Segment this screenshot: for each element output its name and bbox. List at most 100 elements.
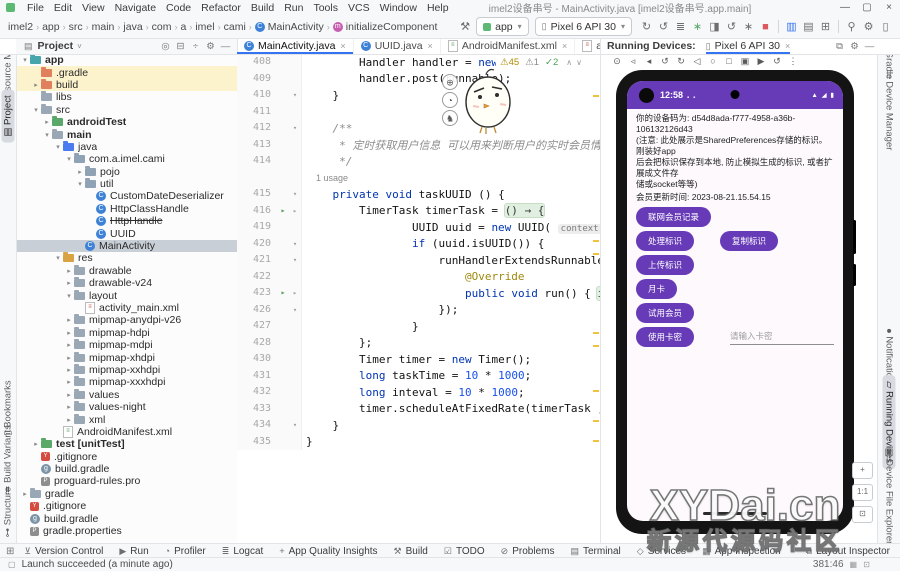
code-editor[interactable]: 408 Handler handler = new Handler();409 … — [237, 54, 600, 544]
tree-item-mipmap-xxxhdpi[interactable]: ▸ mipmap-xxxhdpi — [16, 376, 237, 388]
hide-panel-icon[interactable]: — — [862, 41, 877, 52]
code-line-430[interactable]: 430 Timer timer = new Timer(); — [237, 351, 600, 368]
tree-item-gradle-properties[interactable]: Pgradle.properties — [16, 525, 237, 537]
zoom-in-button[interactable]: + — [852, 462, 873, 479]
tree-item-build-gradle[interactable]: g build.gradle — [16, 463, 237, 475]
breadcrumb-imel2[interactable]: imel2 — [8, 21, 33, 33]
breadcrumb-initializecomponent[interactable]: initializeComponent — [346, 21, 438, 33]
fold-marker-icon[interactable]: ▾ — [289, 235, 302, 252]
breadcrumb-src[interactable]: src — [69, 21, 83, 33]
volume-down-icon[interactable]: ◃ — [625, 56, 641, 67]
fold-marker-icon[interactable]: ▾ — [289, 252, 302, 269]
code-line-433[interactable]: 433 timer.scheduleAtFixedRate(timerTask … — [237, 400, 600, 417]
tree-chevron[interactable]: ▾ — [42, 131, 52, 139]
tree-item-androidmanifest-xml[interactable]: ≡ AndroidManifest.xml — [16, 425, 237, 438]
breadcrumb-mainactivity[interactable]: MainActivity — [268, 21, 324, 33]
tree-chevron[interactable]: ▸ — [20, 490, 30, 498]
tree-item-proguard-rules-pro[interactable]: Pproguard-rules.pro — [16, 475, 237, 487]
tree-item-gitignore[interactable]: Y .gitignore — [16, 500, 237, 512]
chevron-down-icon[interactable]: ˅ — [77, 42, 82, 51]
rerun-icon[interactable]: ↺ — [723, 20, 740, 33]
tree-item-mipmap-hdpi[interactable]: ▸ mipmap-hdpi — [16, 326, 237, 339]
overview-icon[interactable]: □ — [721, 56, 737, 66]
fold-marker-icon[interactable]: ▾ — [289, 301, 302, 318]
fold-marker-icon[interactable]: ▾ — [289, 120, 302, 137]
tree-item-mipmap-mdpi[interactable]: ▸ mipmap-mdpi — [16, 339, 237, 351]
code-line-413[interactable]: 413 * 定时获取用户信息 可以用来判断用户的实时会员情况 — [237, 136, 600, 153]
tree-chevron[interactable]: ▸ — [64, 378, 74, 386]
tree-chevron[interactable]: ▸ — [64, 354, 74, 362]
gutter-run-icon[interactable]: ▸ — [277, 202, 289, 219]
tree-item-build-gradle[interactable]: g build.gradle — [16, 512, 237, 525]
trial-member-button[interactable]: 试用会员 — [636, 303, 695, 323]
breadcrumb-com[interactable]: com — [152, 21, 172, 33]
code-line-427[interactable]: 427 } — [237, 318, 600, 335]
tool-window-build[interactable]: ⚒ Build — [394, 546, 428, 557]
tree-item-gradle[interactable]: .gradle — [16, 66, 237, 79]
tool-window-layout-inspector[interactable]: ⧉ Layout Inspector — [806, 546, 890, 557]
tree-item-activity-main-xml[interactable]: ≡ activity_main.xml — [16, 302, 237, 314]
tool-window-terminal[interactable]: ▤ Terminal — [570, 546, 620, 557]
close-button[interactable]: × — [878, 2, 900, 13]
fold-marker-icon[interactable]: ▾ — [289, 417, 302, 434]
breadcrumb-app[interactable]: app — [42, 21, 60, 33]
bookmark-icon[interactable]: ▯ — [877, 20, 894, 33]
tree-item-src[interactable]: ▾ src — [16, 103, 237, 116]
snapshots-icon[interactable]: ↺ — [769, 56, 785, 67]
code-line-inlay[interactable]: 1 usage — [237, 169, 600, 186]
panel-settings-icon[interactable]: ⚙ — [847, 41, 862, 52]
tree-item-mipmap-xhdpi[interactable]: ▸ mipmap-xhdpi — [16, 351, 237, 364]
tree-item-androidtest[interactable]: ▸ androidTest — [16, 116, 237, 128]
tree-item-mipmap-anydpi-v26[interactable]: ▸ mipmap-anydpi-v26 — [16, 314, 237, 326]
tab-uuid-java[interactable]: C UUID.java × — [354, 38, 441, 54]
tab-mainactivity-java[interactable]: C MainActivity.java × — [237, 38, 354, 54]
locate-file-icon[interactable]: ◎ — [158, 41, 173, 52]
tool-window-problems[interactable]: ⊘ Problems — [501, 546, 555, 557]
fold-marker-icon[interactable]: ▸ — [289, 285, 302, 302]
error-stripe[interactable] — [593, 54, 599, 544]
tree-item-xml[interactable]: ▸ xml — [16, 413, 237, 426]
tool-stripe-device-file-explorer[interactable]: ▣ Device File Explorer — [884, 448, 895, 545]
menu-build[interactable]: Build — [246, 2, 279, 14]
member-record-button[interactable]: 联网会员记录 — [636, 207, 712, 227]
apply-changes-icon[interactable]: ↻ — [638, 20, 655, 33]
device-pair-icon[interactable]: ▤ — [800, 20, 817, 33]
tree-chevron[interactable]: ▸ — [75, 168, 85, 176]
tree-chevron[interactable]: ▸ — [64, 279, 74, 287]
search-everywhere-icon[interactable]: ⚲ — [843, 20, 860, 33]
tree-chevron[interactable]: ▾ — [64, 155, 74, 163]
code-line-431[interactable]: 431 long taskTime = 10 * 1000; — [237, 367, 600, 384]
coverage-icon[interactable]: ◨ — [706, 20, 723, 33]
tool-window-profiler[interactable]: ◔ Profiler — [165, 546, 206, 557]
tool-stripe-device-manager[interactable]: ▭ Device Manager — [884, 70, 895, 151]
profiler-icon[interactable]: ≣ — [672, 20, 689, 33]
code-line-423[interactable]: 423▸▸ public void run() { initial — [237, 285, 600, 302]
menu-edit[interactable]: Edit — [49, 2, 77, 14]
tree-item-mainactivity[interactable]: C MainActivity — [16, 239, 237, 253]
tree-item-com-a-imel-cami[interactable]: ▾ com.a.imel.cami — [16, 153, 237, 165]
code-line-411[interactable]: 411 — [237, 103, 600, 120]
tree-item-main[interactable]: ▾ main — [16, 128, 237, 141]
tree-item-values-night[interactable]: ▸ values-night — [16, 401, 237, 413]
tree-item-res[interactable]: ▾ res — [16, 252, 237, 264]
card-key-input[interactable]: 请输入卡密 — [730, 330, 834, 345]
code-line-419[interactable]: 419 UUID uuid = new UUID( context: MainA… — [237, 219, 600, 236]
zoom-fit-button[interactable]: ⊡ — [852, 506, 873, 523]
tree-item-uuid[interactable]: C UUID — [16, 227, 237, 240]
code-line-415[interactable]: 415 ▾ private void taskUUID () { — [237, 186, 600, 203]
tree-item-layout[interactable]: ▾ layout — [16, 289, 237, 302]
tree-chevron[interactable]: ▾ — [31, 106, 41, 114]
code-line-420[interactable]: 420 ▾ if (uuid.isUUID()) { — [237, 235, 600, 252]
menu-tools[interactable]: Tools — [308, 2, 343, 14]
tree-chevron[interactable]: ▸ — [64, 403, 74, 411]
power-icon[interactable]: ⊙ — [609, 56, 625, 67]
volume-up-icon[interactable]: ◂ — [641, 56, 657, 67]
minimize-button[interactable]: — — [834, 2, 856, 13]
code-line-434[interactable]: 434 ▾ } — [237, 417, 600, 434]
tree-chevron[interactable]: ▾ — [53, 143, 63, 151]
fold-marker-icon[interactable]: ▾ — [289, 87, 302, 104]
fold-marker-icon[interactable]: ▸ — [289, 202, 302, 219]
tree-chevron[interactable]: ▾ — [53, 254, 63, 262]
code-line-412[interactable]: 412 ▾ /** — [237, 120, 600, 137]
close-icon[interactable]: × — [785, 41, 790, 51]
